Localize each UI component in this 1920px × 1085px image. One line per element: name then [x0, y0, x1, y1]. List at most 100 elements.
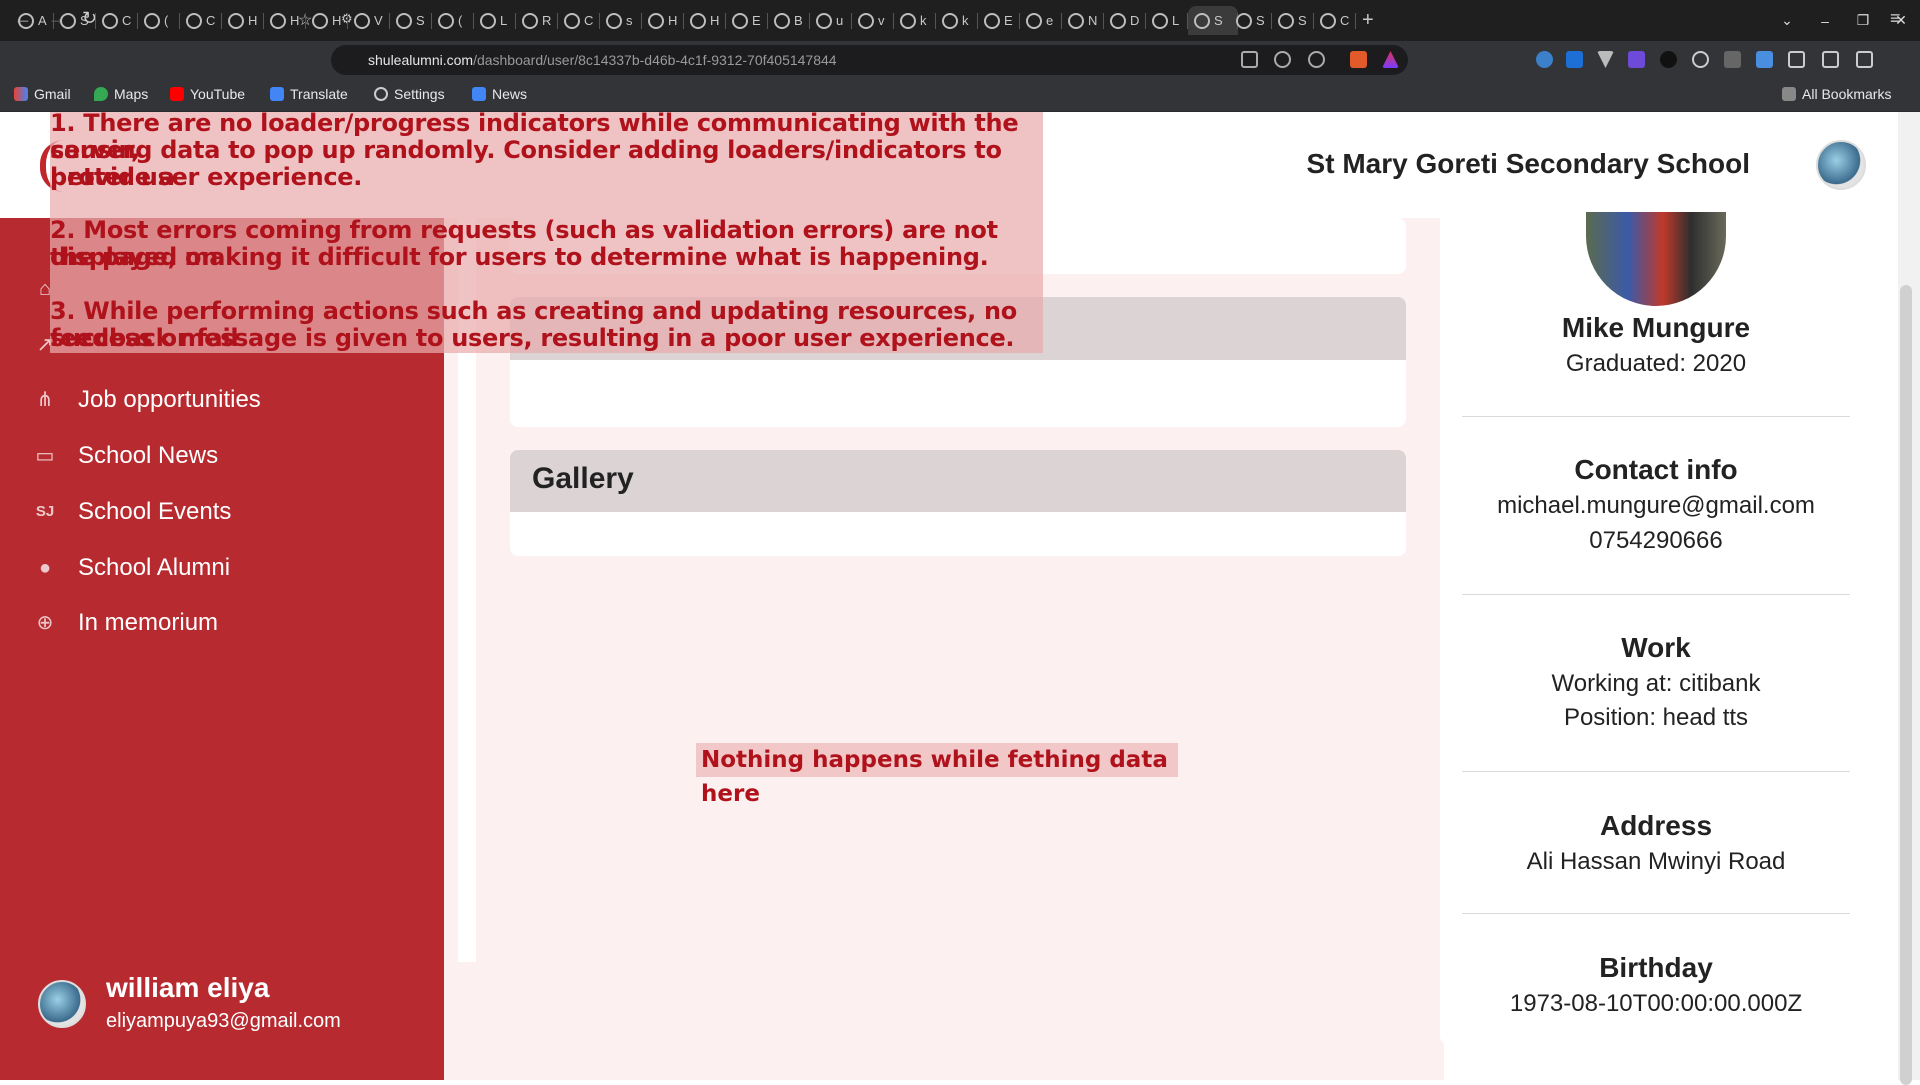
all-bookmarks[interactable]: All Bookmarks	[1782, 86, 1891, 102]
bookmark-settings[interactable]: Settings	[374, 86, 445, 102]
browser-tab[interactable]: k	[894, 6, 936, 35]
gallery-header	[510, 450, 1406, 512]
profile-email: michael.mungure@gmail.com	[1497, 492, 1815, 519]
browser-tab[interactable]: C	[558, 6, 600, 35]
bookmark-label: Translate	[290, 86, 348, 102]
browser-tab[interactable]: (	[138, 6, 180, 35]
bookmark-news[interactable]: News	[472, 86, 527, 102]
sidebar-item-school-news[interactable]: ▭ School News	[34, 442, 219, 470]
browser-tab[interactable]: (	[432, 6, 474, 35]
extension-d-icon[interactable]	[1628, 51, 1645, 68]
tab-label: S	[80, 13, 89, 28]
browser-tab[interactable]: B	[768, 6, 810, 35]
tab-favicon-icon	[354, 12, 370, 29]
tab-favicon-icon	[1278, 12, 1294, 29]
brave-shield-icon[interactable]	[1350, 51, 1367, 68]
tab-favicon-icon	[564, 12, 580, 29]
bookmark-translate[interactable]: Translate	[270, 86, 348, 102]
restore-icon[interactable]: ❐	[1844, 12, 1882, 29]
scrollbar-thumb[interactable]	[1900, 285, 1912, 1085]
sidebar-item-label: School Alumni	[78, 554, 231, 581]
browser-tab[interactable]: S	[54, 6, 96, 35]
browser-tab[interactable]: H	[306, 6, 348, 35]
tab-favicon-icon	[1194, 12, 1210, 29]
tab-label: H	[668, 13, 678, 28]
browser-tab[interactable]: C	[180, 6, 222, 35]
sidebar-item-school-events[interactable]: SJ School Events	[34, 498, 232, 526]
bookmark-label: Gmail	[34, 86, 71, 102]
sj-icon: SJ	[35, 503, 55, 520]
tab-label: S	[1298, 13, 1307, 28]
wallet-icon[interactable]	[1856, 51, 1873, 68]
browser-tab[interactable]: S	[1272, 6, 1314, 35]
browser-tab[interactable]: S	[1230, 6, 1272, 35]
browser-tab[interactable]: u	[810, 6, 852, 35]
browser-tab[interactable]: V	[348, 6, 390, 35]
tab-label: L	[500, 13, 508, 28]
sidebar-item-label: Job opportunities	[78, 386, 261, 413]
tab-label: C	[122, 13, 132, 28]
users-icon: ●	[38, 557, 52, 579]
browser-tab[interactable]: A	[12, 6, 54, 35]
tab-label: S	[416, 13, 425, 28]
browser-tab[interactable]: L	[1146, 6, 1188, 35]
gallery-body	[510, 512, 1406, 556]
tab-favicon-icon	[1320, 12, 1336, 29]
extension-fi-icon[interactable]	[1566, 51, 1583, 68]
browser-tab[interactable]: C	[1314, 6, 1356, 35]
browser-tab[interactable]: H	[222, 6, 264, 35]
share-icon[interactable]	[1308, 51, 1325, 68]
profile-phone: 0754290666	[1589, 527, 1723, 554]
tab-favicon-icon	[984, 12, 1000, 29]
sidebar-item-school-alumni[interactable]: ● School Alumni	[34, 554, 230, 582]
tab-label: e	[1046, 13, 1054, 28]
new-tab-button[interactable]: +	[1356, 6, 1398, 35]
extension-n-icon[interactable]	[1660, 51, 1677, 68]
browser-tab[interactable]: S	[390, 6, 432, 35]
menu-icon[interactable]: ≡	[1890, 8, 1901, 29]
header-avatar[interactable]	[1816, 140, 1866, 190]
tab-search-icon[interactable]: ⌄	[1768, 12, 1806, 29]
close-window-icon[interactable]: ✕	[1882, 12, 1920, 29]
browser-tab[interactable]: R	[516, 6, 558, 35]
url-text[interactable]: shulealumni.com/dashboard/user/8c14337b-…	[368, 52, 837, 68]
tab-favicon-icon	[312, 12, 328, 29]
sidebar-item-in-memorium[interactable]: ⊕ In memorium	[34, 609, 218, 637]
browser-tab[interactable]: k	[936, 6, 978, 35]
extension-react-icon[interactable]	[1536, 51, 1553, 68]
browser-tab[interactable]: C	[96, 6, 138, 35]
youtube-icon	[170, 87, 184, 101]
extensions-puzzle-icon[interactable]	[1788, 51, 1805, 68]
browser-tab[interactable]: e	[1020, 6, 1062, 35]
bookmark-youtube[interactable]: YouTube	[170, 86, 245, 102]
browser-tab[interactable]: v	[852, 6, 894, 35]
sitemap-icon: ⋔	[36, 389, 54, 411]
browser-tab[interactable]: D	[1104, 6, 1146, 35]
browser-tab[interactable]: H	[642, 6, 684, 35]
tab-label: R	[542, 13, 552, 28]
browser-tab[interactable]: H	[684, 6, 726, 35]
tab-label: C	[584, 13, 594, 28]
divider	[1462, 771, 1850, 772]
tab-favicon-icon	[1068, 12, 1084, 29]
extension-circle-icon[interactable]	[1692, 51, 1709, 68]
cast-icon[interactable]	[1241, 51, 1258, 68]
zoom-icon[interactable]	[1274, 51, 1291, 68]
bookmark-gmail[interactable]: Gmail	[14, 86, 71, 102]
browser-tab[interactable]: H	[264, 6, 306, 35]
browser-tab[interactable]: s	[600, 6, 642, 35]
browser-tab[interactable]: N	[1062, 6, 1104, 35]
tab-label: u	[836, 13, 844, 28]
tab-label: E	[752, 13, 761, 28]
extension-off-icon[interactable]	[1724, 51, 1741, 68]
minimize-icon[interactable]: –	[1806, 13, 1844, 29]
user-avatar[interactable]	[38, 980, 86, 1028]
extension-copy-icon[interactable]	[1756, 51, 1773, 68]
annotation-line: better user experience.	[50, 163, 363, 191]
browser-tab[interactable]: E	[726, 6, 768, 35]
sidebar-item-job-opportunities[interactable]: ⋔ Job opportunities	[34, 386, 261, 414]
bookmark-maps[interactable]: Maps	[94, 86, 148, 102]
browser-tab[interactable]: E	[978, 6, 1020, 35]
sidebar-toggle-icon[interactable]	[1822, 51, 1839, 68]
browser-tab[interactable]: L	[474, 6, 516, 35]
